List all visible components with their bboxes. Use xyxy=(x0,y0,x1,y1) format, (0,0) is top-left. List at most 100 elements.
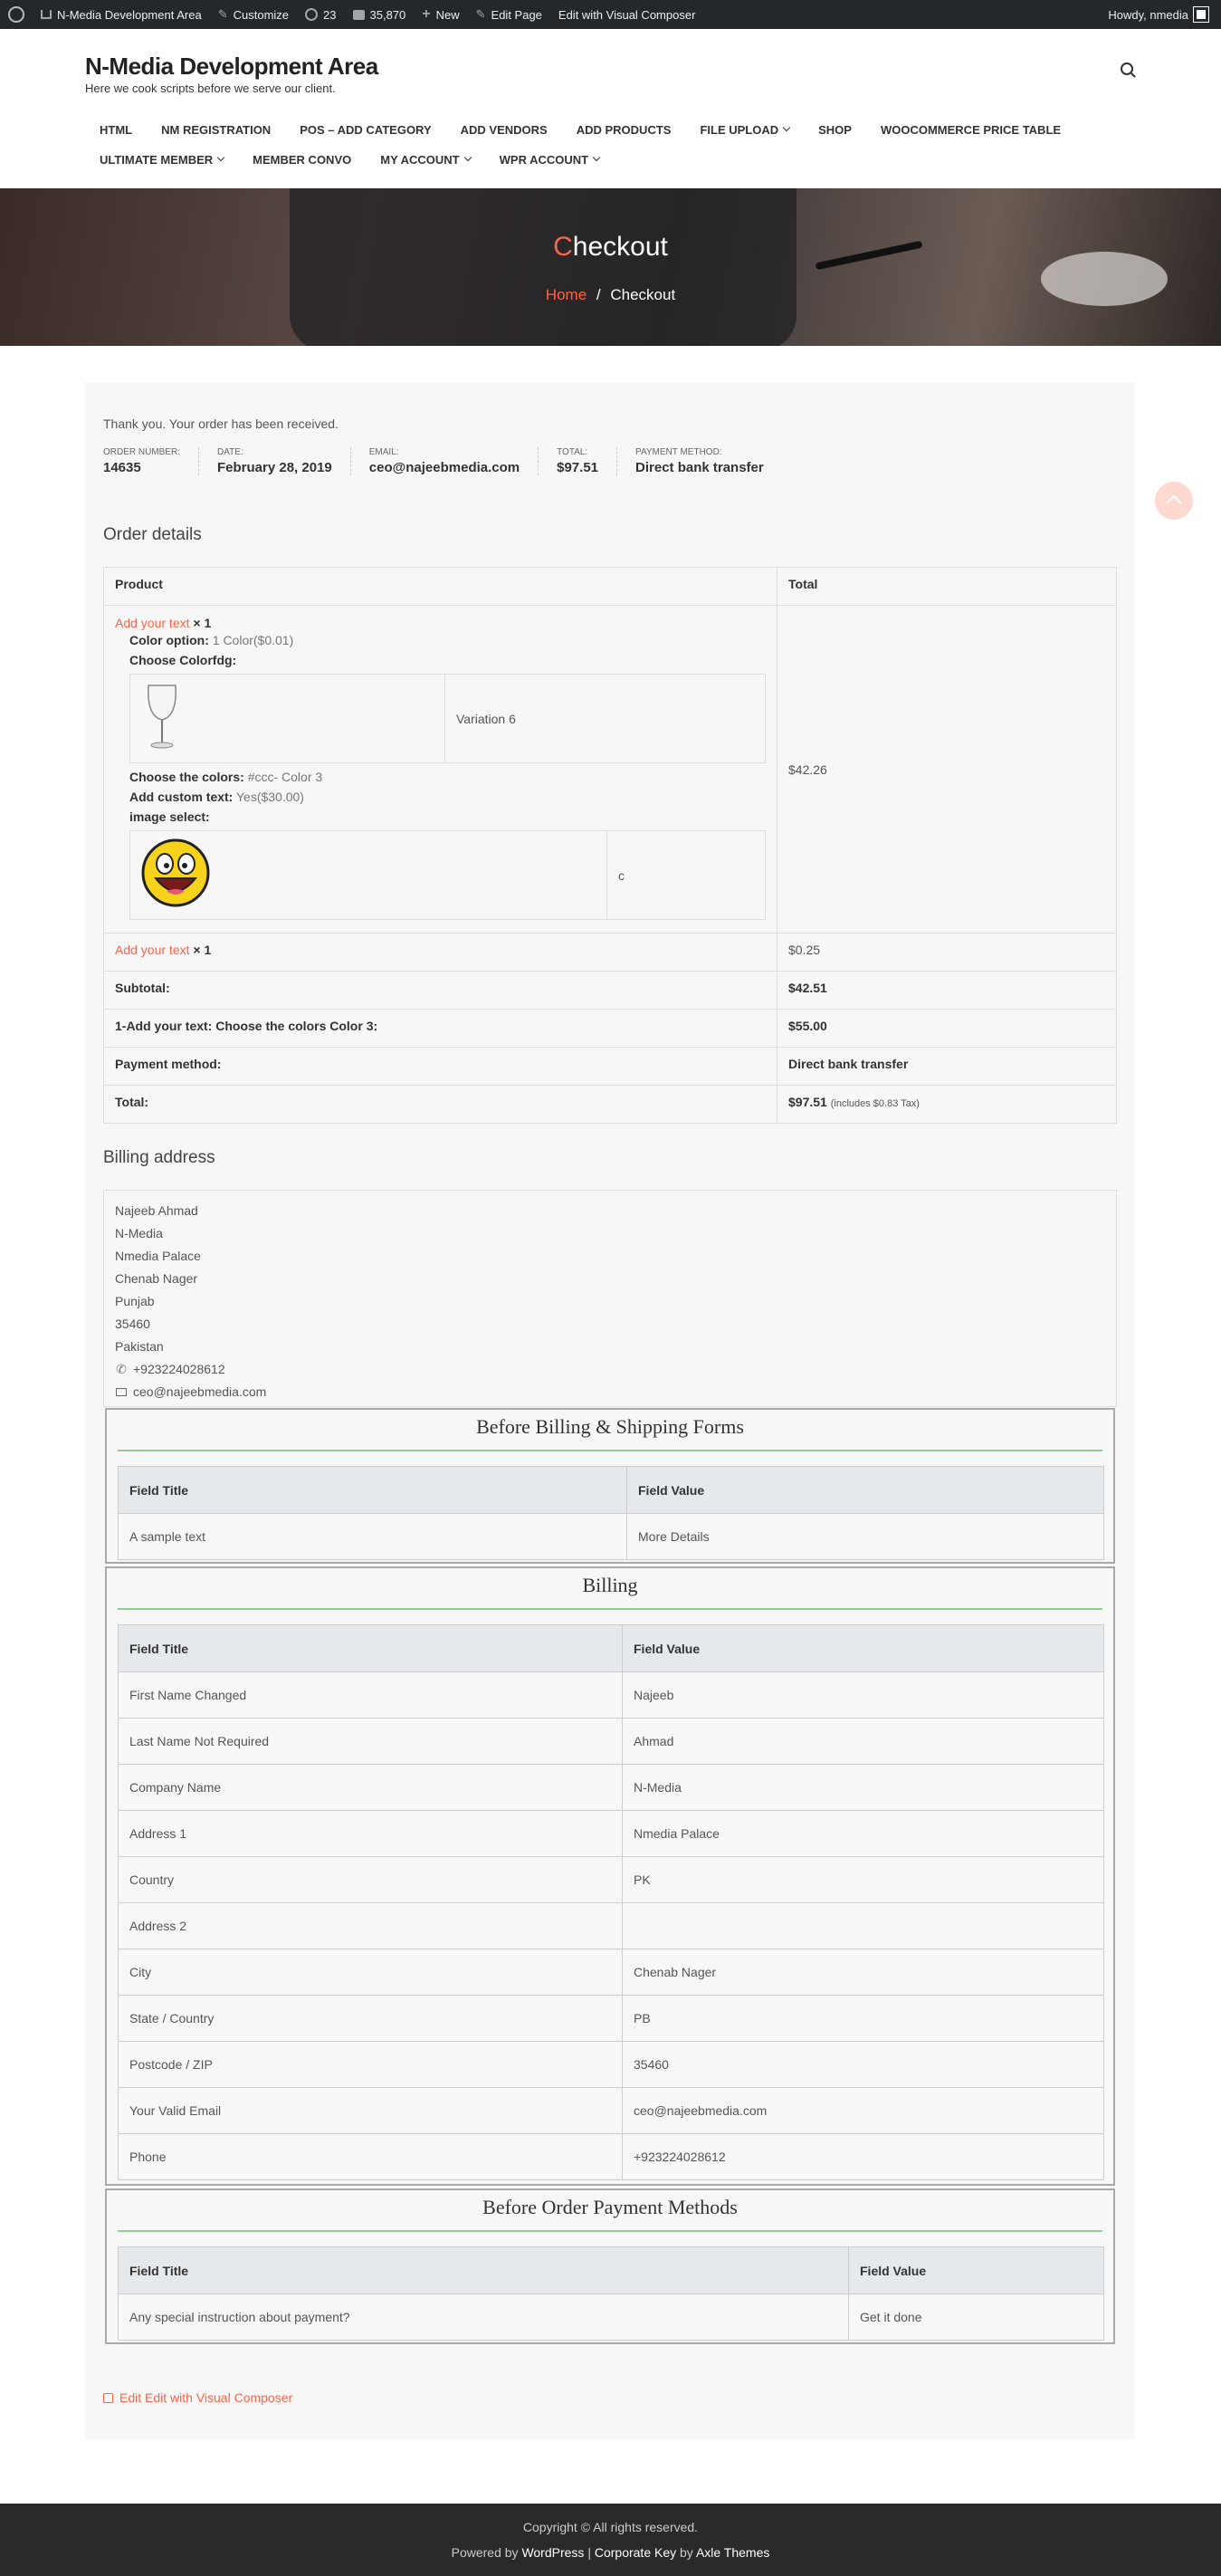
column-header-field-value: Field Value xyxy=(848,2246,1104,2294)
table-row: Any special instruction about payment? Ge… xyxy=(118,2294,1104,2341)
column-header-field-title: Field Title xyxy=(118,1624,623,1672)
billing-phone: ✆ +923224028612 xyxy=(115,1358,1105,1381)
nav-item-pos-add-category[interactable]: POS – ADD CATEGORY xyxy=(285,120,445,139)
variation-image-cell xyxy=(129,674,445,763)
chevron-down-icon xyxy=(216,153,225,162)
scroll-to-top-button[interactable] xyxy=(1155,482,1193,520)
section-divider xyxy=(118,1450,1102,1451)
address-line: N-Media xyxy=(115,1226,163,1240)
footer-separator: | xyxy=(587,2545,591,2560)
nav-item-add-vendors[interactable]: ADD VENDORS xyxy=(446,120,562,139)
admin-howdy-label: Howdy, nmedia xyxy=(1108,7,1188,22)
overview-value: $97.51 xyxy=(557,460,599,475)
brush-icon: ✎ xyxy=(217,7,228,21)
admin-account-link[interactable]: Howdy, nmedia xyxy=(1100,0,1221,29)
order-details-heading: Order details xyxy=(103,525,202,544)
nav-label: MEMBER CONVO xyxy=(253,152,352,167)
field-value-cell: PB xyxy=(622,1995,1104,2042)
phone-icon: ✆ xyxy=(116,1362,127,1376)
home-icon xyxy=(41,10,52,19)
order-item-total: $42.26 xyxy=(777,605,1117,934)
section-divider xyxy=(118,2230,1102,2232)
billing-address: Najeeb Ahmad N-Media Nmedia Palace Chena… xyxy=(103,1190,1117,1407)
site-title[interactable]: N-Media Development Area xyxy=(85,53,378,81)
nav-item-html[interactable]: HTML xyxy=(85,120,147,139)
field-value-cell: ceo@najeebmedia.com xyxy=(622,2087,1104,2134)
admin-site-name-link[interactable]: N-Media Development Area xyxy=(33,0,210,29)
section-title: Before Order Payment Methods xyxy=(482,2196,738,2218)
meta-variation-table: Variation 6 xyxy=(129,674,766,763)
payment-fields-table: Field Title Field Value Any special instr… xyxy=(118,2246,1104,2341)
field-title-cell: First Name Changed xyxy=(118,1671,623,1719)
nav-label: ADD PRODUCTS xyxy=(576,122,672,137)
meta-value: 1 Color($0.01) xyxy=(212,633,294,647)
footer-theme-link[interactable]: Corporate Key xyxy=(595,2545,676,2560)
payment-methods-section: Before Order Payment Methods Field Title… xyxy=(105,2188,1115,2344)
admin-new-link[interactable]: + New xyxy=(414,0,467,29)
product-link[interactable]: Add your text xyxy=(115,943,190,957)
product-link[interactable]: Add your text xyxy=(115,616,190,630)
table-row: Your Valid Email ceo@najeebmedia.com xyxy=(118,2087,1104,2134)
admin-edit-vc-label: Edit with Visual Composer xyxy=(558,7,696,22)
meta-image-select-table: c xyxy=(129,830,766,920)
column-header-total: Total xyxy=(777,567,1117,606)
tax-note: (includes $0.83 Tax) xyxy=(830,1098,920,1109)
column-header-field-value: Field Value xyxy=(622,1624,1104,1672)
overview-label: TOTAL: xyxy=(557,447,588,457)
wordpress-logo-button[interactable] xyxy=(0,0,33,29)
product-quantity: × 1 xyxy=(193,943,212,957)
nav-item-file-upload[interactable]: FILE UPLOAD xyxy=(685,120,804,139)
nav-label: HTML xyxy=(100,122,133,137)
nav-item-ultimate-member[interactable]: ULTIMATE MEMBER xyxy=(85,149,238,169)
admin-edit-vc-link[interactable]: Edit with Visual Composer xyxy=(550,0,704,29)
field-title-cell: Address 1 xyxy=(118,1810,623,1857)
nav-item-nm-registration[interactable]: NM REGISTRATION xyxy=(147,120,285,139)
field-title-cell: Country xyxy=(118,1856,623,1903)
nav-item-shop[interactable]: SHOP xyxy=(804,120,866,139)
field-title-cell: Your Valid Email xyxy=(118,2087,623,2134)
field-value-cell: PK xyxy=(622,1856,1104,1903)
breadcrumb-current: Checkout xyxy=(610,286,676,303)
fee-label: 1-Add your text: Choose the colors Color… xyxy=(103,1009,777,1048)
field-title-cell: Phone xyxy=(118,2133,623,2180)
field-title-cell: City xyxy=(118,1949,623,1996)
variation-value: Variation 6 xyxy=(444,674,766,763)
field-value-cell: Ahmad xyxy=(622,1718,1104,1765)
table-row: Postcode / ZIP 35460 xyxy=(118,2041,1104,2088)
admin-edit-page-link[interactable]: ✎ Edit Page xyxy=(468,0,550,29)
admin-updates-link[interactable]: 23 xyxy=(297,0,344,29)
footer-author-link[interactable]: Axle Themes xyxy=(696,2545,769,2560)
table-row: A sample text More Details xyxy=(118,1513,1104,1560)
nav-item-my-account[interactable]: MY ACCOUNT xyxy=(366,149,484,169)
edit-visual-composer-link[interactable]: Edit Edit with Visual Composer xyxy=(103,2390,292,2405)
subtotal-value: $42.51 xyxy=(777,971,1117,1010)
field-value-cell: Najeeb xyxy=(622,1671,1104,1719)
field-title-cell: Postcode / ZIP xyxy=(118,2041,623,2088)
nav-item-woocommerce-price-table[interactable]: WOOCOMMERCE PRICE TABLE xyxy=(866,120,1075,139)
nav-item-wpr-account[interactable]: WPR ACCOUNT xyxy=(485,149,614,169)
field-value-cell: Get it done xyxy=(848,2294,1104,2341)
meta-label: Add custom text: xyxy=(129,790,234,804)
admin-comments-link[interactable]: 35,870 xyxy=(345,0,415,29)
page-title-first-letter: C xyxy=(553,232,573,262)
billing-phone-value: +923224028612 xyxy=(133,1362,225,1376)
billing-email: ceo@najeebmedia.com xyxy=(115,1381,1105,1403)
order-total: TOTAL: $97.51 xyxy=(539,447,618,475)
field-title-cell: State / Country xyxy=(118,1995,623,2042)
meta-value: Yes($30.00) xyxy=(235,790,304,804)
envelope-icon xyxy=(116,1388,127,1396)
column-header-field-title: Field Title xyxy=(118,1466,627,1514)
nav-item-add-products[interactable]: ADD PRODUCTS xyxy=(562,120,686,139)
admin-customize-link[interactable]: ✎ Customize xyxy=(210,0,297,29)
billing-address-heading: Billing address xyxy=(103,1148,215,1167)
table-row: City Chenab Nager xyxy=(118,1949,1104,1996)
breadcrumb-home-link[interactable]: Home xyxy=(546,286,587,303)
billing-fields-section: Billing Field Title Field Value First Nam… xyxy=(105,1566,1115,2186)
order-email: EMAIL: ceo@najeebmedia.com xyxy=(351,447,539,475)
chevron-down-icon xyxy=(463,153,472,162)
field-title-cell: Address 2 xyxy=(118,1902,623,1949)
nav-item-member-convo[interactable]: MEMBER CONVO xyxy=(238,149,366,169)
hero-background-monitor xyxy=(290,188,797,346)
footer-wordpress-link[interactable]: WordPress xyxy=(521,2545,584,2560)
search-icon[interactable] xyxy=(1121,62,1133,75)
